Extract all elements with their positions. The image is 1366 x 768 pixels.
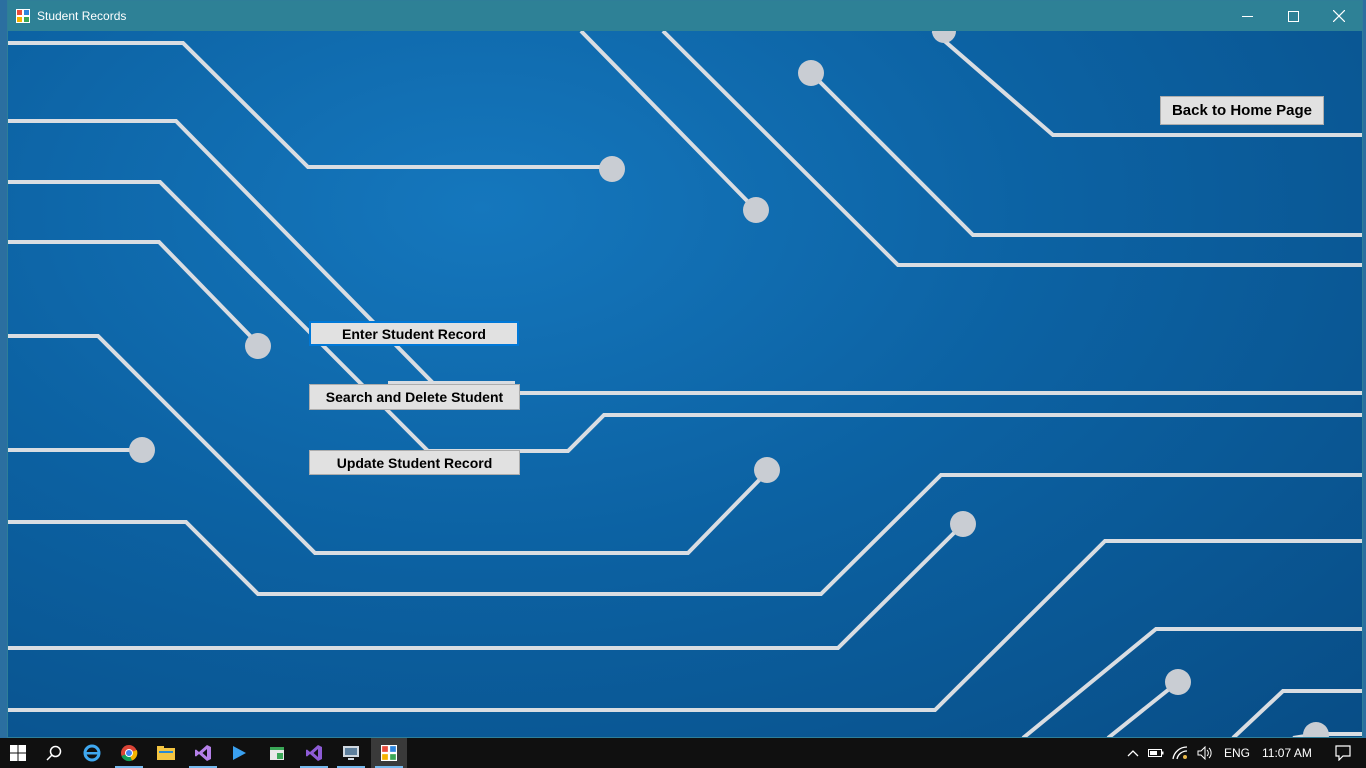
- visual-studio-icon: [306, 745, 322, 761]
- clock[interactable]: 11:07 AM: [1262, 746, 1328, 760]
- circuit-board-background: [8, 31, 1362, 737]
- notifications-icon: [1335, 745, 1351, 761]
- system-tray: ENG 11:07 AM: [1122, 738, 1358, 768]
- minimize-button[interactable]: [1224, 1, 1270, 31]
- student-records-window: Student Records Back to Home Page Enter …: [7, 0, 1363, 738]
- wifi-icon: [1172, 746, 1188, 760]
- minimize-icon: [1241, 15, 1253, 17]
- windows-start-icon: [10, 745, 26, 761]
- search-icon: [46, 745, 62, 761]
- start-button[interactable]: [0, 738, 36, 768]
- language-indicator[interactable]: ENG: [1218, 746, 1262, 760]
- battery-icon: [1148, 749, 1164, 757]
- show-hidden-icons-button[interactable]: [1122, 749, 1144, 757]
- student-records-app-icon: [381, 745, 397, 761]
- taskbar-visual-studio[interactable]: [185, 738, 221, 768]
- form-client-area: Back to Home Page Enter Student Record S…: [8, 31, 1362, 737]
- taskbar-visual-studio-2[interactable]: [296, 738, 332, 768]
- taskbar-network-app[interactable]: [333, 738, 369, 768]
- taskbar-student-records[interactable]: [371, 738, 407, 768]
- calendar-app-icon: [270, 747, 284, 760]
- back-to-home-button[interactable]: Back to Home Page: [1160, 96, 1324, 125]
- title-bar[interactable]: Student Records: [8, 1, 1362, 31]
- visual-studio-icon: [195, 745, 211, 761]
- taskbar-internet-explorer[interactable]: [74, 738, 110, 768]
- speaker-icon: [1197, 746, 1212, 760]
- maximize-button[interactable]: [1270, 1, 1316, 31]
- taskbar-file-explorer[interactable]: [148, 738, 184, 768]
- taskbar: ENG 11:07 AM: [0, 738, 1366, 768]
- battery-button[interactable]: [1144, 748, 1168, 758]
- maximize-icon: [1287, 10, 1299, 22]
- search-and-delete-student-button[interactable]: Search and Delete Student: [309, 384, 520, 410]
- taskbar-chrome[interactable]: [111, 738, 147, 768]
- close-button[interactable]: [1316, 1, 1362, 31]
- form-app-icon: [16, 9, 30, 23]
- internet-explorer-icon: [83, 744, 101, 762]
- file-explorer-icon: [157, 746, 175, 760]
- update-student-record-button[interactable]: Update Student Record: [309, 450, 520, 475]
- taskbar-search-button[interactable]: [36, 738, 72, 768]
- taskbar-app[interactable]: [259, 738, 295, 768]
- monitor-app-icon: [343, 746, 359, 760]
- enter-student-record-button[interactable]: Enter Student Record: [309, 321, 519, 346]
- close-icon: [1333, 10, 1345, 22]
- taskbar-media-player[interactable]: [221, 738, 257, 768]
- volume-button[interactable]: [1192, 746, 1218, 760]
- action-center-button[interactable]: [1328, 745, 1358, 761]
- media-player-icon: [233, 746, 246, 760]
- window-title: Student Records: [37, 9, 127, 23]
- chrome-icon: [121, 745, 138, 762]
- chevron-up-icon: [1127, 750, 1139, 757]
- network-button[interactable]: [1168, 746, 1192, 760]
